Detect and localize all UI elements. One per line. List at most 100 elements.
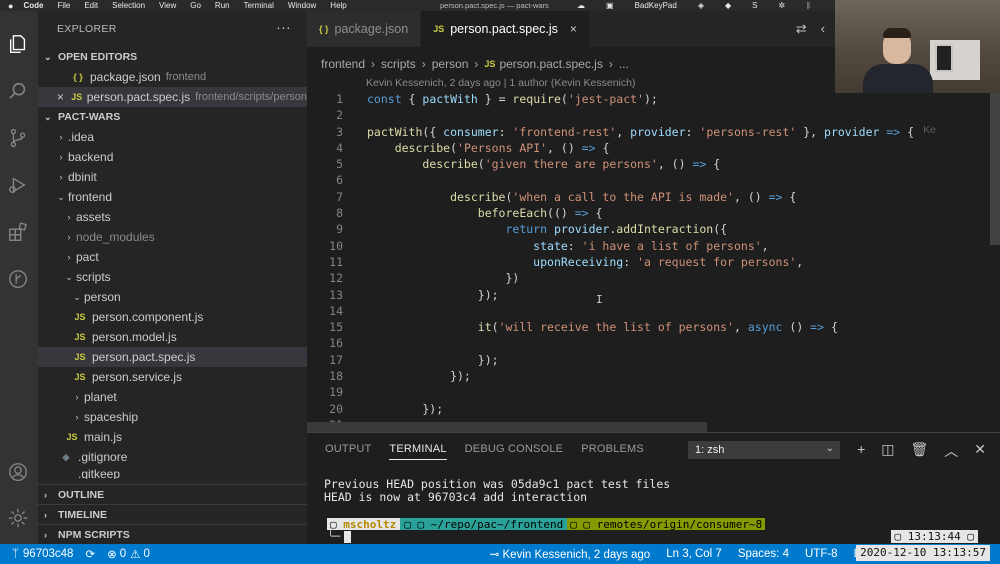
code-line[interactable]: return provider.addInteraction({ (367, 221, 914, 237)
tree-folder-spaceship[interactable]: › spaceship (38, 407, 307, 427)
tab-person-pact-spec[interactable]: JS person.pact.spec.js × (421, 11, 590, 47)
codelens-blame[interactable]: Kevin Kessenich, 2 days ago | 1 author (… (366, 77, 635, 89)
tree-file-person-pact-spec[interactable]: JS person.pact.spec.js (38, 347, 307, 367)
status-indentation[interactable]: Spaces: 4 (738, 548, 789, 560)
status-encoding[interactable]: UTF-8 (805, 548, 838, 560)
code-editor[interactable]: Kevin Kessenich, 2 days ago | 1 author (… (307, 75, 1000, 432)
editor-vertical-scrollbar[interactable] (990, 75, 1000, 245)
breadcrumb-file[interactable]: person.pact.spec.js (499, 57, 602, 71)
tree-file-gitignore[interactable]: ◆ .gitignore (38, 447, 307, 467)
menu-terminal[interactable]: Terminal (244, 1, 274, 10)
new-terminal-icon[interactable]: + (857, 441, 865, 461)
code-line[interactable]: }); (367, 401, 914, 417)
close-tab-icon[interactable]: × (570, 22, 577, 36)
code-line[interactable]: beforeEach(() => { (367, 205, 914, 221)
code-line[interactable] (367, 303, 914, 319)
code-line[interactable]: }); (367, 368, 914, 384)
tree-folder-idea[interactable]: › .idea (38, 127, 307, 147)
status-cursor-position[interactable]: Ln 3, Col 7 (666, 548, 722, 560)
code-line[interactable]: describe('given there are persons', () =… (367, 156, 914, 172)
more-actions-icon[interactable]: ··· (276, 19, 291, 35)
breadcrumb-scripts[interactable]: scripts (381, 57, 416, 71)
project-section[interactable]: ⌄ PACT-WARS (38, 107, 307, 127)
tab-output[interactable]: OUTPUT (325, 443, 371, 460)
code-line[interactable]: it('will receive the list of persons', a… (367, 319, 914, 335)
code-line[interactable] (367, 172, 914, 188)
code-lines[interactable]: const { pactWith } = require('jest-pact'… (367, 91, 914, 433)
tree-folder-scripts[interactable]: ⌄ scripts (38, 267, 307, 287)
code-line[interactable]: describe('Persons API', () => { (367, 140, 914, 156)
code-line[interactable]: }); (367, 287, 914, 303)
open-editor-item-person-pact-spec[interactable]: × JS person.pact.spec.js frontend/script… (38, 87, 307, 107)
keypad-icon[interactable]: ▣ (606, 1, 614, 10)
code-line[interactable] (367, 107, 914, 123)
manage-gear-icon[interactable] (7, 507, 29, 529)
shield-icon[interactable]: ◈ (698, 1, 704, 10)
menu-view[interactable]: View (159, 1, 176, 10)
tab-problems[interactable]: PROBLEMS (581, 443, 644, 460)
outline-section[interactable]: › OUTLINE (38, 484, 307, 504)
extensions-icon[interactable] (7, 221, 29, 243)
code-line[interactable] (367, 384, 914, 400)
apple-icon[interactable]: ● (8, 1, 13, 11)
npm-scripts-section[interactable]: › NPM SCRIPTS (38, 524, 307, 544)
tray-label[interactable]: BadKeyPad (635, 1, 677, 10)
tree-file-person-service[interactable]: JS person.service.js (38, 367, 307, 387)
go-back-icon[interactable]: ‹ (821, 21, 825, 37)
source-control-icon[interactable] (7, 127, 29, 149)
editor-horizontal-scrollbar[interactable] (307, 422, 707, 432)
cloud-icon[interactable]: ☁ (577, 1, 585, 10)
breadcrumb-symbol[interactable]: ... (619, 57, 629, 71)
menu-file[interactable]: File (57, 1, 70, 10)
explorer-icon[interactable] (7, 33, 29, 55)
search-icon[interactable] (7, 80, 29, 102)
tree-folder-planet[interactable]: › planet (38, 387, 307, 407)
menu-run[interactable]: Run (215, 1, 230, 10)
menu-selection[interactable]: Selection (112, 1, 145, 10)
tree-folder-pact[interactable]: › pact (38, 247, 307, 267)
menu-window[interactable]: Window (288, 1, 316, 10)
code-line[interactable]: }) (367, 270, 914, 286)
tree-folder-assets[interactable]: › assets (38, 207, 307, 227)
tree-folder-node-modules[interactable]: › node_modules (38, 227, 307, 247)
code-line[interactable] (367, 335, 914, 351)
close-panel-icon[interactable]: ✕ (974, 441, 986, 461)
bluetooth-icon[interactable]: ᛒ (806, 1, 811, 10)
terminal-input-line[interactable]: ╰─ (327, 530, 352, 543)
account-icon[interactable] (7, 461, 29, 483)
sync-icon[interactable]: ⟳ (85, 547, 95, 561)
tree-file-main-js[interactable]: JS main.js (38, 427, 307, 447)
tab-terminal[interactable]: TERMINAL (389, 443, 447, 460)
run-debug-icon[interactable] (7, 174, 29, 196)
tree-file-person-model[interactable]: JS person.model.js (38, 327, 307, 347)
open-editor-item-package-json[interactable]: { } package.json frontend (38, 67, 307, 87)
menu-app-name[interactable]: Code (23, 1, 43, 10)
terminal-select[interactable]: 1: zsh ⌄ (688, 441, 840, 459)
menu-edit[interactable]: Edit (84, 1, 98, 10)
tree-file-person-component[interactable]: JS person.component.js (38, 307, 307, 327)
code-line[interactable]: uponReceiving: 'a request for persons', (367, 254, 914, 270)
open-changes-icon[interactable]: ⇄ (796, 21, 807, 37)
close-icon[interactable]: × (56, 90, 65, 104)
maximize-panel-icon[interactable]: ︿ (944, 441, 958, 461)
tree-folder-person[interactable]: ⌄ person (38, 287, 307, 307)
tab-package-json[interactable]: { } package.json (307, 11, 422, 47)
tab-debug-console[interactable]: DEBUG CONSOLE (465, 443, 564, 460)
timeline-section[interactable]: › TIMELINE (38, 504, 307, 524)
status-branch[interactable]: ᛘ 96703c48 (12, 548, 73, 560)
terminal-output[interactable]: Previous HEAD position was 05da9c1 pact … (324, 478, 670, 504)
code-line[interactable]: describe('when a call to the API is made… (367, 189, 914, 205)
tree-file-gitkeep[interactable]: .gitkeep (38, 467, 307, 479)
trash-icon[interactable]: 🗑︎ (910, 441, 928, 461)
code-line[interactable]: state: 'i have a list of persons', (367, 238, 914, 254)
open-editors-section[interactable]: ⌄ OPEN EDITORS (38, 47, 307, 67)
menu-help[interactable]: Help (330, 1, 346, 10)
breadcrumb-person[interactable]: person (432, 57, 469, 71)
tree-folder-dbinit[interactable]: › dbinit (38, 167, 307, 187)
menu-go[interactable]: Go (190, 1, 201, 10)
dropbox-icon[interactable]: ◆ (725, 1, 731, 10)
code-line[interactable]: const { pactWith } = require('jest-pact'… (367, 91, 914, 107)
status-problems[interactable]: ⊗ 0 ⚠ 0 (107, 547, 150, 561)
git-graph-icon[interactable] (7, 268, 29, 290)
settings-icon[interactable]: ✲ (778, 1, 785, 10)
